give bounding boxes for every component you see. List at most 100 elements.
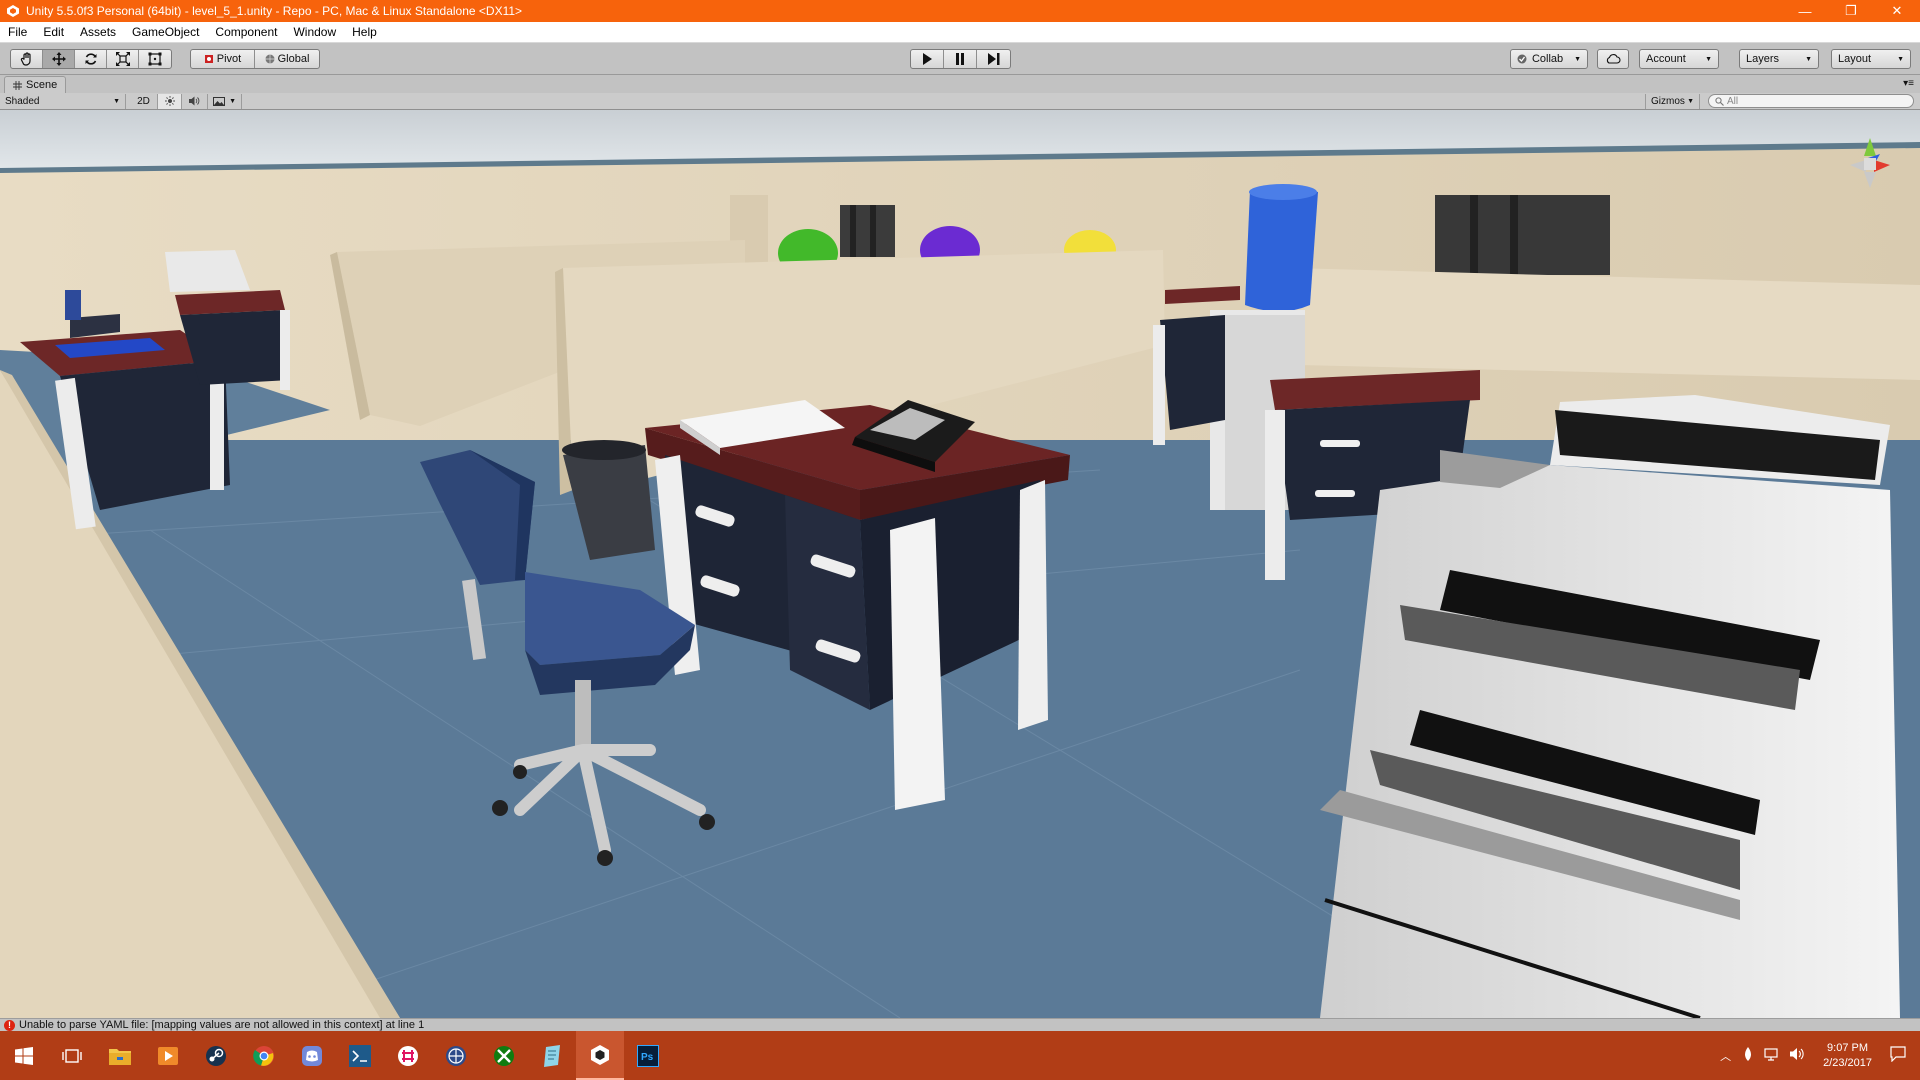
- menu-component[interactable]: Component: [207, 25, 285, 39]
- search-placeholder: All: [1727, 95, 1739, 107]
- maximize-button[interactable]: ❐: [1828, 0, 1874, 22]
- chevron-up-icon[interactable]: ︿: [1720, 1048, 1731, 1064]
- system-tray: ︿ 9:07 PM 2/23/2017: [1714, 1031, 1920, 1080]
- rect-tool-button[interactable]: [139, 50, 171, 68]
- layers-dropdown[interactable]: Layers ▼: [1739, 49, 1819, 69]
- window-title: Unity 5.5.0f3 Personal (64bit) - level_5…: [26, 4, 523, 18]
- taskbar-slack[interactable]: [384, 1031, 432, 1080]
- account-label: Account: [1646, 53, 1686, 65]
- account-dropdown[interactable]: Account ▼: [1639, 49, 1719, 69]
- taskbar-visual-studio-code[interactable]: [336, 1031, 384, 1080]
- taskbar-discord[interactable]: [288, 1031, 336, 1080]
- step-icon: [987, 53, 999, 65]
- globe-icon: [446, 1045, 466, 1066]
- close-button[interactable]: ✕: [1874, 0, 1920, 22]
- lighting-toggle[interactable]: [158, 93, 182, 109]
- pause-icon: [956, 53, 964, 65]
- scene-control-bar: Shaded ▼ 2D ▼ Gizmos ▼ All: [0, 93, 1920, 110]
- hand-icon: [20, 52, 31, 66]
- media-player-icon: [158, 1046, 178, 1065]
- menu-edit[interactable]: Edit: [35, 25, 72, 39]
- search-icon: [1715, 96, 1724, 106]
- system-clock[interactable]: 9:07 PM 2/23/2017: [1823, 1041, 1872, 1071]
- shading-mode-dropdown[interactable]: Shaded ▼: [0, 93, 126, 109]
- globe-icon: [265, 54, 275, 64]
- taskbar-network-app[interactable]: [432, 1031, 480, 1080]
- play-button[interactable]: [911, 50, 944, 68]
- chevron-down-icon: ▼: [1805, 55, 1812, 63]
- move-arrows-icon: [51, 52, 66, 66]
- panel-menu-icon[interactable]: ▾≡: [1903, 78, 1914, 89]
- error-icon: !: [4, 1019, 15, 1031]
- menu-file[interactable]: File: [0, 25, 35, 39]
- collab-label: Collab: [1531, 53, 1564, 65]
- check-icon: [1517, 54, 1527, 64]
- pivot-toggle[interactable]: Pivot: [191, 50, 255, 68]
- cloud-button[interactable]: [1597, 49, 1629, 69]
- menu-bar: File Edit Assets GameObject Component Wi…: [0, 22, 1920, 43]
- playback-controls: [910, 49, 1011, 69]
- grid-icon: [13, 80, 22, 90]
- notifications-icon[interactable]: [1890, 1046, 1906, 1065]
- taskbar-file-explorer[interactable]: [96, 1031, 144, 1080]
- pause-button[interactable]: [944, 50, 977, 68]
- move-tool-button[interactable]: [43, 50, 75, 68]
- scale-icon: [115, 52, 130, 66]
- discord-icon: [302, 1045, 322, 1066]
- taskbar-steam[interactable]: [192, 1031, 240, 1080]
- svg-text:Ps: Ps: [641, 1052, 654, 1063]
- code-editor-icon: [349, 1044, 371, 1067]
- network-icon[interactable]: [1764, 1047, 1780, 1064]
- taskbar-unity[interactable]: [576, 1031, 624, 1080]
- photocopier: [1320, 395, 1900, 1018]
- scene-tab-label: Scene: [26, 79, 58, 91]
- scene-viewport[interactable]: [0, 110, 1920, 1018]
- 2d-toggle[interactable]: 2D: [130, 93, 158, 109]
- slack-icon: [398, 1045, 418, 1066]
- transform-tools: [10, 49, 172, 69]
- console-status-bar[interactable]: ! Unable to parse YAML file: [mapping va…: [0, 1018, 1920, 1031]
- global-toggle[interactable]: Global: [255, 50, 319, 68]
- menu-gameobject[interactable]: GameObject: [124, 25, 207, 39]
- chevron-down-icon: ▼: [113, 97, 120, 105]
- tab-scene[interactable]: Scene: [4, 76, 67, 93]
- cloud-icon: [1606, 54, 1621, 64]
- unity-logo-icon: [591, 1044, 609, 1065]
- window-title-bar: Unity 5.5.0f3 Personal (64bit) - level_5…: [0, 0, 1920, 22]
- rotate-tool-button[interactable]: [75, 50, 107, 68]
- play-icon: [923, 53, 932, 65]
- hand-tool-button[interactable]: [11, 50, 43, 68]
- volume-icon[interactable]: [1790, 1047, 1806, 1064]
- image-icon: [213, 96, 225, 106]
- scale-tool-button[interactable]: [107, 50, 139, 68]
- taskbar-media-player[interactable]: [144, 1031, 192, 1080]
- minimize-button[interactable]: —: [1782, 0, 1828, 22]
- main-toolbar: Pivot Global Collab ▼ Account ▼ Layers ▼…: [0, 43, 1920, 75]
- layout-label: Layout: [1838, 53, 1872, 65]
- collab-dropdown[interactable]: Collab ▼: [1510, 49, 1588, 69]
- task-view-button[interactable]: [48, 1031, 96, 1080]
- sun-icon: [164, 96, 175, 106]
- chevron-down-icon: ▼: [1574, 55, 1581, 63]
- layout-dropdown[interactable]: Layout ▼: [1831, 49, 1911, 69]
- menu-help[interactable]: Help: [344, 25, 385, 39]
- gizmos-label: Gizmos: [1651, 95, 1685, 107]
- menu-window[interactable]: Window: [285, 25, 344, 39]
- start-button[interactable]: [0, 1031, 48, 1080]
- scene-render: [0, 110, 1920, 1018]
- windows-taskbar: Ps ︿ 9:07 PM 2/23/2017: [0, 1031, 1920, 1080]
- taskbar-chrome[interactable]: [240, 1031, 288, 1080]
- taskbar-notes[interactable]: [528, 1031, 576, 1080]
- taskbar-photoshop[interactable]: Ps: [624, 1031, 672, 1080]
- dropbox-icon[interactable]: [1742, 1047, 1754, 1064]
- shading-mode-label: Shaded: [5, 95, 40, 107]
- scene-search-input[interactable]: All: [1708, 94, 1914, 108]
- layers-label: Layers: [1746, 53, 1780, 65]
- steam-icon: [206, 1045, 226, 1066]
- step-button[interactable]: [977, 50, 1010, 68]
- menu-assets[interactable]: Assets: [72, 25, 124, 39]
- audio-toggle[interactable]: [182, 93, 208, 109]
- gizmos-dropdown[interactable]: Gizmos ▼: [1645, 93, 1700, 109]
- taskbar-xbox[interactable]: [480, 1031, 528, 1080]
- effects-dropdown[interactable]: ▼: [208, 93, 242, 109]
